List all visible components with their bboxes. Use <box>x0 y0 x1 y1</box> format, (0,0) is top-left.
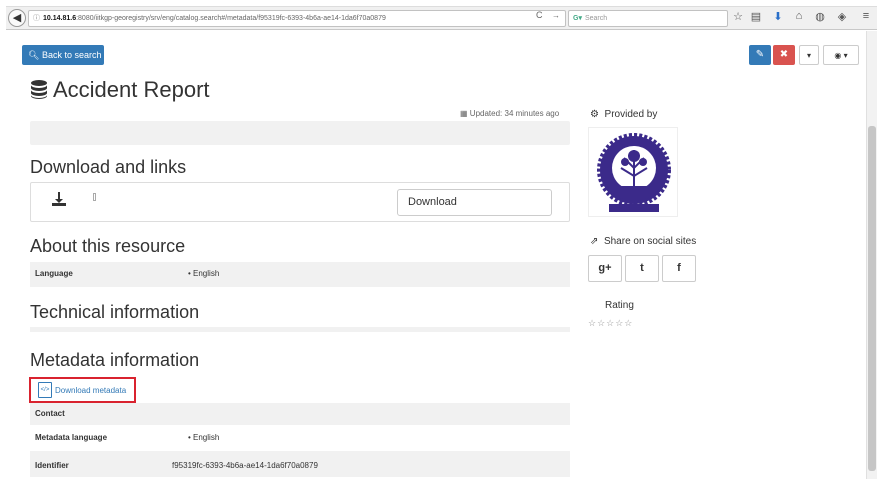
back-to-search-button[interactable]: 🔍︎ Back to search <box>22 45 104 65</box>
reload-icon[interactable]: C <box>536 10 543 20</box>
view-mode-dropdown[interactable]: ◉ ▾ <box>823 45 859 65</box>
provided-by-label: Provided by <box>604 109 658 120</box>
row-value: • English <box>188 433 220 442</box>
xml-file-icon: </> <box>38 382 52 398</box>
search-placeholder: Search <box>584 15 608 22</box>
twitter-share-button[interactable]: t <box>625 255 659 282</box>
google-plus-icon: g+ <box>598 262 612 274</box>
bookmark-star-icon[interactable]: ☆ <box>731 10 745 23</box>
hamburger-menu-icon[interactable]: ≡ <box>859 10 873 22</box>
page-title: Accident Report <box>30 77 210 103</box>
rating-heading: Rating <box>605 300 634 311</box>
share-icon: ⇗ <box>590 236 599 247</box>
row-value: f95319fc-6393-4b6a-ae14-1da6f70a0879 <box>172 461 318 470</box>
table-row: Language • English <box>30 262 570 287</box>
row-key: Contact <box>35 409 65 418</box>
record-title: Accident Report <box>53 77 210 102</box>
about-heading: About this resource <box>30 236 186 256</box>
share-heading: ⇗ Share on social sites <box>590 236 696 247</box>
download-links-heading: Download and links <box>30 157 187 177</box>
search-icon: 🔍︎ <box>28 50 40 60</box>
metadata-heading: Metadata information <box>30 350 200 370</box>
close-icon: ✖ <box>779 49 789 60</box>
go-arrow-icon[interactable]: → <box>552 11 560 20</box>
caret-down-icon: ▾ <box>843 51 848 60</box>
eye-icon: ◉ <box>834 51 842 60</box>
download-links-panel: Download <box>30 182 570 222</box>
table-row: Identifier f95319fc-6393-4b6a-ae14-1da6f… <box>30 451 570 477</box>
home-icon[interactable]: ⌂ <box>792 10 806 22</box>
browser-toolbar: ◀ ⓘ 10.14.81.6:8080/iitkgp-georegistry/sr… <box>6 6 877 30</box>
facebook-icon: f <box>677 262 681 274</box>
pocket-icon[interactable]: ◈ <box>835 10 849 23</box>
download-button[interactable]: Download <box>397 189 552 216</box>
database-icon <box>31 80 47 99</box>
edit-button[interactable]: ✎ <box>749 45 771 65</box>
download-metadata-link[interactable]: </> Download metadata <box>29 377 136 403</box>
back-to-search-label: Back to search <box>41 50 102 60</box>
abstract-panel <box>30 121 570 145</box>
scrollbar-thumb[interactable] <box>868 126 876 471</box>
more-options-dropdown[interactable]: ▾ <box>799 45 819 65</box>
rating-stars[interactable]: ☆☆☆☆☆ <box>588 318 633 329</box>
table-row: Metadata language • English <box>30 425 570 451</box>
address-bar[interactable]: ⓘ 10.14.81.6:8080/iitkgp-georegistry/srv/… <box>28 10 566 27</box>
sync-icon[interactable]: ◍ <box>813 10 827 23</box>
share-label: Share on social sites <box>603 236 697 247</box>
gear-icon: ⚙ <box>590 109 599 120</box>
row-key: Metadata language <box>35 433 108 442</box>
caret-down-icon: ▾ <box>806 51 811 60</box>
table-row: Contact <box>30 403 570 425</box>
browser-search-input[interactable]: G▾ Search <box>568 10 728 27</box>
file-icon <box>93 193 96 201</box>
page-scrollbar[interactable] <box>866 31 877 479</box>
delete-button[interactable]: ✖ <box>773 45 795 65</box>
facebook-share-button[interactable]: f <box>662 255 696 282</box>
pencil-icon: ✎ <box>755 49 765 60</box>
updated-text: Updated: 34 minutes ago <box>469 109 560 118</box>
download-metadata-label: Download metadata <box>55 386 127 395</box>
updated-timestamp: ▦ Updated: 34 minutes ago <box>460 109 559 118</box>
provided-by-heading: ⚙ Provided by <box>590 109 657 120</box>
row-value: • English <box>188 269 220 278</box>
row-key: Language <box>35 269 73 278</box>
organization-logo <box>588 127 678 217</box>
technical-heading: Technical information <box>30 302 200 322</box>
info-icon: ⓘ <box>33 15 40 22</box>
download-icon <box>52 192 66 206</box>
row-key: Identifier <box>35 461 69 470</box>
url-path: :8080/iitkgp-georegistry/srv/eng/catalog… <box>76 15 386 22</box>
downloads-icon[interactable]: ⬇ <box>771 10 785 23</box>
google-plus-share-button[interactable]: g+ <box>588 255 622 282</box>
twitter-icon: t <box>640 262 644 274</box>
calendar-icon: ▦ <box>460 109 468 118</box>
browser-back-button[interactable]: ◀ <box>8 9 26 27</box>
bookmarks-menu-icon[interactable]: ▤ <box>749 10 763 23</box>
search-engine-icon[interactable]: G▾ <box>573 15 582 22</box>
technical-panel <box>30 327 570 332</box>
url-host: 10.14.81.6 <box>43 15 77 22</box>
iit-kharagpur-seal-icon <box>597 133 671 212</box>
